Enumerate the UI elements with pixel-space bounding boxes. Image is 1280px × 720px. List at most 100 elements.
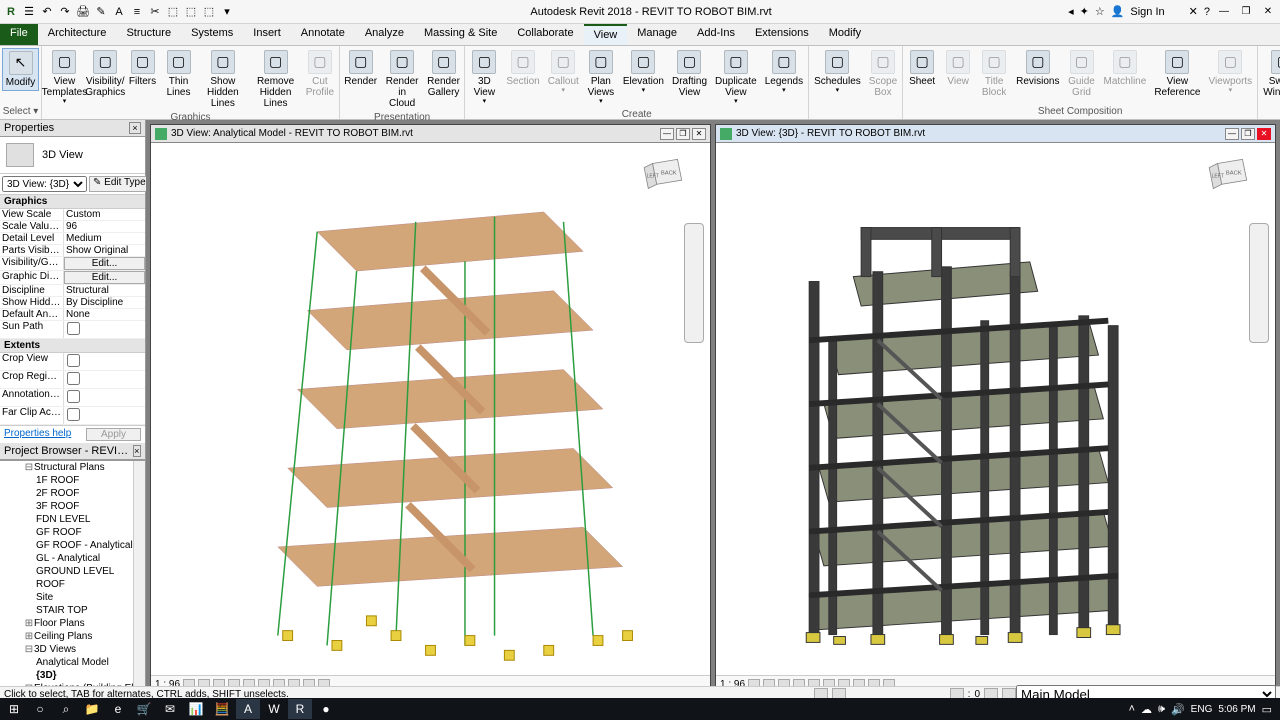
edit-type-button[interactable]: ✎ Edit Type bbox=[89, 176, 150, 192]
tab-extensions[interactable]: Extensions bbox=[745, 24, 819, 45]
ribbon-btn-0-5[interactable]: ▢Remove Hidden Lines bbox=[250, 48, 301, 111]
prop-row[interactable]: Sun Path bbox=[0, 321, 145, 339]
revit-button[interactable]: R bbox=[288, 699, 312, 719]
navigation-bar[interactable] bbox=[1249, 223, 1269, 343]
ribbon-btn-3-0[interactable]: ▢Schedules▾ bbox=[811, 48, 864, 97]
tree-item[interactable]: 2F ROOF bbox=[12, 487, 145, 500]
tab-structure[interactable]: Structure bbox=[116, 24, 181, 45]
star2-icon[interactable]: ☆ bbox=[1095, 5, 1105, 18]
edge-button[interactable]: e bbox=[106, 699, 130, 719]
qat-undo[interactable]: ↶ bbox=[40, 5, 54, 19]
prop-edit-button[interactable]: Edit... bbox=[64, 271, 145, 284]
ribbon-btn-0-3[interactable]: ▢Thin Lines bbox=[162, 48, 196, 100]
explorer-button[interactable]: 📁 bbox=[80, 699, 104, 719]
prop-value[interactable]: By Discipline bbox=[64, 297, 145, 308]
tree-expand-icon[interactable]: ⊞ bbox=[24, 631, 34, 642]
excel-button[interactable]: 📊 bbox=[184, 699, 208, 719]
tree-expand-icon[interactable]: ⊟ bbox=[24, 462, 34, 473]
tray-notif-icon[interactable]: ▭ bbox=[1262, 703, 1272, 716]
view-analytical-canvas[interactable]: BACKLEFT bbox=[151, 143, 710, 675]
prop-value[interactable]: Structural bbox=[64, 285, 145, 296]
apply-button[interactable]: Apply bbox=[86, 428, 141, 441]
recorder-button[interactable]: ● bbox=[314, 699, 338, 719]
tree-expand-icon[interactable]: ⊟ bbox=[24, 644, 34, 655]
prop-checkbox[interactable] bbox=[67, 372, 80, 385]
prop-value[interactable]: Show Original bbox=[64, 245, 145, 256]
prop-checkbox[interactable] bbox=[67, 408, 80, 421]
ribbon-btn-4-0[interactable]: ▢Sheet bbox=[905, 48, 939, 89]
qat-measure[interactable]: ✎ bbox=[94, 5, 108, 19]
select-dropdown[interactable]: Select ▾ bbox=[2, 105, 39, 119]
ribbon-btn-4-3[interactable]: ▢Revisions bbox=[1013, 48, 1062, 89]
view-min-button[interactable]: — bbox=[1225, 128, 1239, 140]
view-min-button[interactable]: — bbox=[660, 128, 674, 140]
properties-help-link[interactable]: Properties help bbox=[4, 428, 71, 441]
ribbon-btn-4-6[interactable]: ▢View Reference bbox=[1151, 48, 1203, 100]
tree-item[interactable]: FDN LEVEL bbox=[12, 513, 145, 526]
viewcube[interactable]: BACKLEFT bbox=[1205, 151, 1255, 201]
ribbon-btn-0-4[interactable]: ▢Show Hidden Lines bbox=[198, 48, 249, 111]
tab-architecture[interactable]: Architecture bbox=[38, 24, 117, 45]
tree-item[interactable]: GL - Analytical bbox=[12, 552, 145, 565]
prop-row[interactable]: Detail LevelMedium bbox=[0, 233, 145, 245]
qat-cut[interactable]: ✂ bbox=[148, 5, 162, 19]
store-button[interactable]: 🛒 bbox=[132, 699, 156, 719]
tray-time[interactable]: 5:06 PM bbox=[1218, 704, 1255, 715]
tree-item[interactable]: Analytical Model bbox=[12, 656, 145, 669]
qat-redo[interactable]: ↷ bbox=[58, 5, 72, 19]
view-max-button[interactable]: ❐ bbox=[676, 128, 690, 140]
tree-item[interactable]: GF ROOF bbox=[12, 526, 145, 539]
tray-onedrive-icon[interactable]: ☁ bbox=[1141, 703, 1152, 716]
tab-manage[interactable]: Manage bbox=[627, 24, 687, 45]
browser-scrollbar[interactable] bbox=[133, 461, 145, 698]
prop-row[interactable]: Crop Region V... bbox=[0, 371, 145, 389]
navigation-bar[interactable] bbox=[684, 223, 704, 343]
qat-drop[interactable]: ▾ bbox=[220, 5, 234, 19]
prop-checkbox[interactable] bbox=[67, 322, 80, 335]
mail-button[interactable]: ✉ bbox=[158, 699, 182, 719]
prop-row[interactable]: DisciplineStructural bbox=[0, 285, 145, 297]
tab-annotate[interactable]: Annotate bbox=[291, 24, 355, 45]
tree-item[interactable]: ⊟3D Views bbox=[12, 643, 145, 656]
word-button[interactable]: W bbox=[262, 699, 286, 719]
tab-file[interactable]: File bbox=[0, 24, 38, 45]
ribbon-btn-0-2[interactable]: ▢Filters bbox=[126, 48, 160, 89]
start-button[interactable]: ⊞ bbox=[2, 699, 26, 719]
tree-item[interactable]: 1F ROOF bbox=[12, 474, 145, 487]
qat-align[interactable]: ≡ bbox=[130, 5, 144, 19]
tree-expand-icon[interactable]: ⊞ bbox=[24, 618, 34, 629]
tab-analyze[interactable]: Analyze bbox=[355, 24, 414, 45]
app-icon[interactable]: R bbox=[4, 5, 18, 19]
prop-value[interactable]: Custom bbox=[64, 209, 145, 220]
tray-net-icon[interactable]: 🕪 bbox=[1158, 703, 1165, 716]
tree-item[interactable]: ROOF bbox=[12, 578, 145, 591]
prop-edit-button[interactable]: Edit... bbox=[64, 257, 145, 270]
viewcube[interactable]: BACKLEFT bbox=[640, 151, 690, 201]
tree-item[interactable]: ⊞Ceiling Plans bbox=[12, 630, 145, 643]
ribbon-btn-1-1[interactable]: ▢Render in Cloud bbox=[381, 48, 422, 111]
prop-row[interactable]: Crop View bbox=[0, 353, 145, 371]
star-icon[interactable]: ✦ bbox=[1080, 5, 1089, 18]
qat-open[interactable]: ☰ bbox=[22, 5, 36, 19]
maximize-button[interactable]: ❐ bbox=[1238, 5, 1254, 19]
ribbon-btn-1-0[interactable]: ▢Render bbox=[342, 48, 380, 89]
prop-row[interactable]: Visibility/Grap...Edit... bbox=[0, 257, 145, 271]
prop-value[interactable]: 96 bbox=[64, 221, 145, 232]
qat-text[interactable]: A bbox=[112, 5, 126, 19]
help-icon[interactable]: ? bbox=[1204, 6, 1210, 18]
prop-value[interactable]: Medium bbox=[64, 233, 145, 244]
prop-value[interactable]: None bbox=[64, 309, 145, 320]
view-close-button[interactable]: ✕ bbox=[1257, 128, 1271, 140]
tree-item[interactable]: {3D} bbox=[12, 669, 145, 682]
calc-button[interactable]: 🧮 bbox=[210, 699, 234, 719]
qat-11[interactable]: ⬚ bbox=[202, 5, 216, 19]
ribbon-btn-2-7[interactable]: ▢Legends▾ bbox=[762, 48, 806, 97]
prop-row[interactable]: Parts VisibilityShow Original bbox=[0, 245, 145, 257]
instance-selector[interactable]: 3D View: {3D} bbox=[2, 176, 87, 192]
prop-checkbox[interactable] bbox=[67, 354, 80, 367]
tray-lang[interactable]: ENG bbox=[1191, 704, 1213, 715]
prop-row[interactable]: Show Hidden ...By Discipline bbox=[0, 297, 145, 309]
tray-up-icon[interactable]: ˄ bbox=[1129, 703, 1135, 715]
qat-9[interactable]: ⬚ bbox=[166, 5, 180, 19]
prop-row[interactable]: Scale Value 1:96 bbox=[0, 221, 145, 233]
